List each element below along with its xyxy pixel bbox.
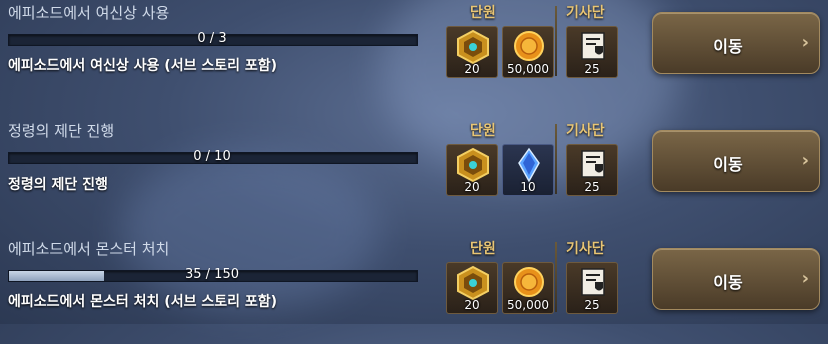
knight-reward-header: 기사단 bbox=[566, 5, 605, 21]
reward-count: 50,000 bbox=[507, 62, 549, 76]
quest-row: 에피소드에서 여신상 사용 0 / 3 에피소드에서 여신상 사용 (서브 스토… bbox=[0, 0, 828, 108]
reward-count: 25 bbox=[584, 298, 600, 312]
group-reward-header: 단원 bbox=[470, 241, 496, 257]
gold-emblem-icon bbox=[457, 147, 489, 183]
gold-emblem-icon bbox=[457, 29, 489, 65]
reward-emblem[interactable]: 20 bbox=[446, 26, 498, 78]
quest-description: 에피소드에서 여신상 사용 (서브 스토리 포함) bbox=[8, 58, 278, 74]
quest-row: 정령의 제단 진행 0 / 10 정령의 제단 진행 단원 기사단 20 10 … bbox=[0, 118, 828, 226]
chevron-right-icon: › bbox=[801, 32, 809, 53]
knight-reward-header: 기사단 bbox=[566, 241, 605, 257]
move-button[interactable]: 이동 › bbox=[652, 248, 820, 310]
reward-count: 20 bbox=[464, 298, 480, 312]
reward-count: 25 bbox=[584, 180, 600, 194]
move-button[interactable]: 이동 › bbox=[652, 130, 820, 192]
quest-description: 정령의 제단 진행 bbox=[8, 177, 108, 193]
reward-knight[interactable]: 25 bbox=[566, 262, 618, 314]
move-button-label: 이동 bbox=[713, 37, 743, 56]
knight-banner-icon bbox=[581, 150, 605, 178]
reward-emblem[interactable]: 20 bbox=[446, 144, 498, 196]
reward-knight[interactable]: 25 bbox=[566, 144, 618, 196]
reward-coin[interactable]: 50,000 bbox=[502, 262, 554, 314]
chevron-right-icon: › bbox=[801, 268, 809, 289]
quest-title: 에피소드에서 몬스터 처치 bbox=[8, 240, 170, 258]
move-button[interactable]: 이동 › bbox=[652, 12, 820, 74]
group-reward-header: 단원 bbox=[470, 5, 496, 21]
reward-divider bbox=[555, 124, 557, 194]
gold-coin-icon bbox=[514, 267, 544, 297]
move-button-label: 이동 bbox=[713, 155, 743, 174]
knight-banner-icon bbox=[581, 268, 605, 296]
progress-text: 35 / 150 bbox=[185, 267, 239, 282]
quest-title: 정령의 제단 진행 bbox=[8, 122, 115, 140]
reward-divider bbox=[555, 242, 557, 312]
reward-crystal[interactable]: 10 bbox=[502, 144, 554, 196]
reward-emblem[interactable]: 20 bbox=[446, 262, 498, 314]
gold-emblem-icon bbox=[457, 265, 489, 301]
reward-count: 25 bbox=[584, 62, 600, 76]
reward-count: 20 bbox=[464, 180, 480, 194]
reward-count: 10 bbox=[520, 180, 536, 194]
group-reward-header: 단원 bbox=[470, 123, 496, 139]
gold-coin-icon bbox=[514, 31, 544, 61]
quest-row: 에피소드에서 몬스터 처치 35 / 150 에피소드에서 몬스터 처치 (서브… bbox=[0, 236, 828, 344]
quest-description: 에피소드에서 몬스터 처치 (서브 스토리 포함) bbox=[8, 294, 278, 310]
reward-coin[interactable]: 50,000 bbox=[502, 26, 554, 78]
move-button-label: 이동 bbox=[713, 273, 743, 292]
reward-knight[interactable]: 25 bbox=[566, 26, 618, 78]
reward-count: 20 bbox=[464, 62, 480, 76]
progress-text: 0 / 3 bbox=[197, 31, 227, 46]
reward-count: 50,000 bbox=[507, 298, 549, 312]
blue-crystal-icon bbox=[518, 147, 540, 183]
progress-text: 0 / 10 bbox=[193, 149, 231, 164]
knight-reward-header: 기사단 bbox=[566, 123, 605, 139]
chevron-right-icon: › bbox=[801, 150, 809, 171]
reward-divider bbox=[555, 6, 557, 76]
quest-title: 에피소드에서 여신상 사용 bbox=[8, 4, 170, 22]
knight-banner-icon bbox=[581, 32, 605, 60]
